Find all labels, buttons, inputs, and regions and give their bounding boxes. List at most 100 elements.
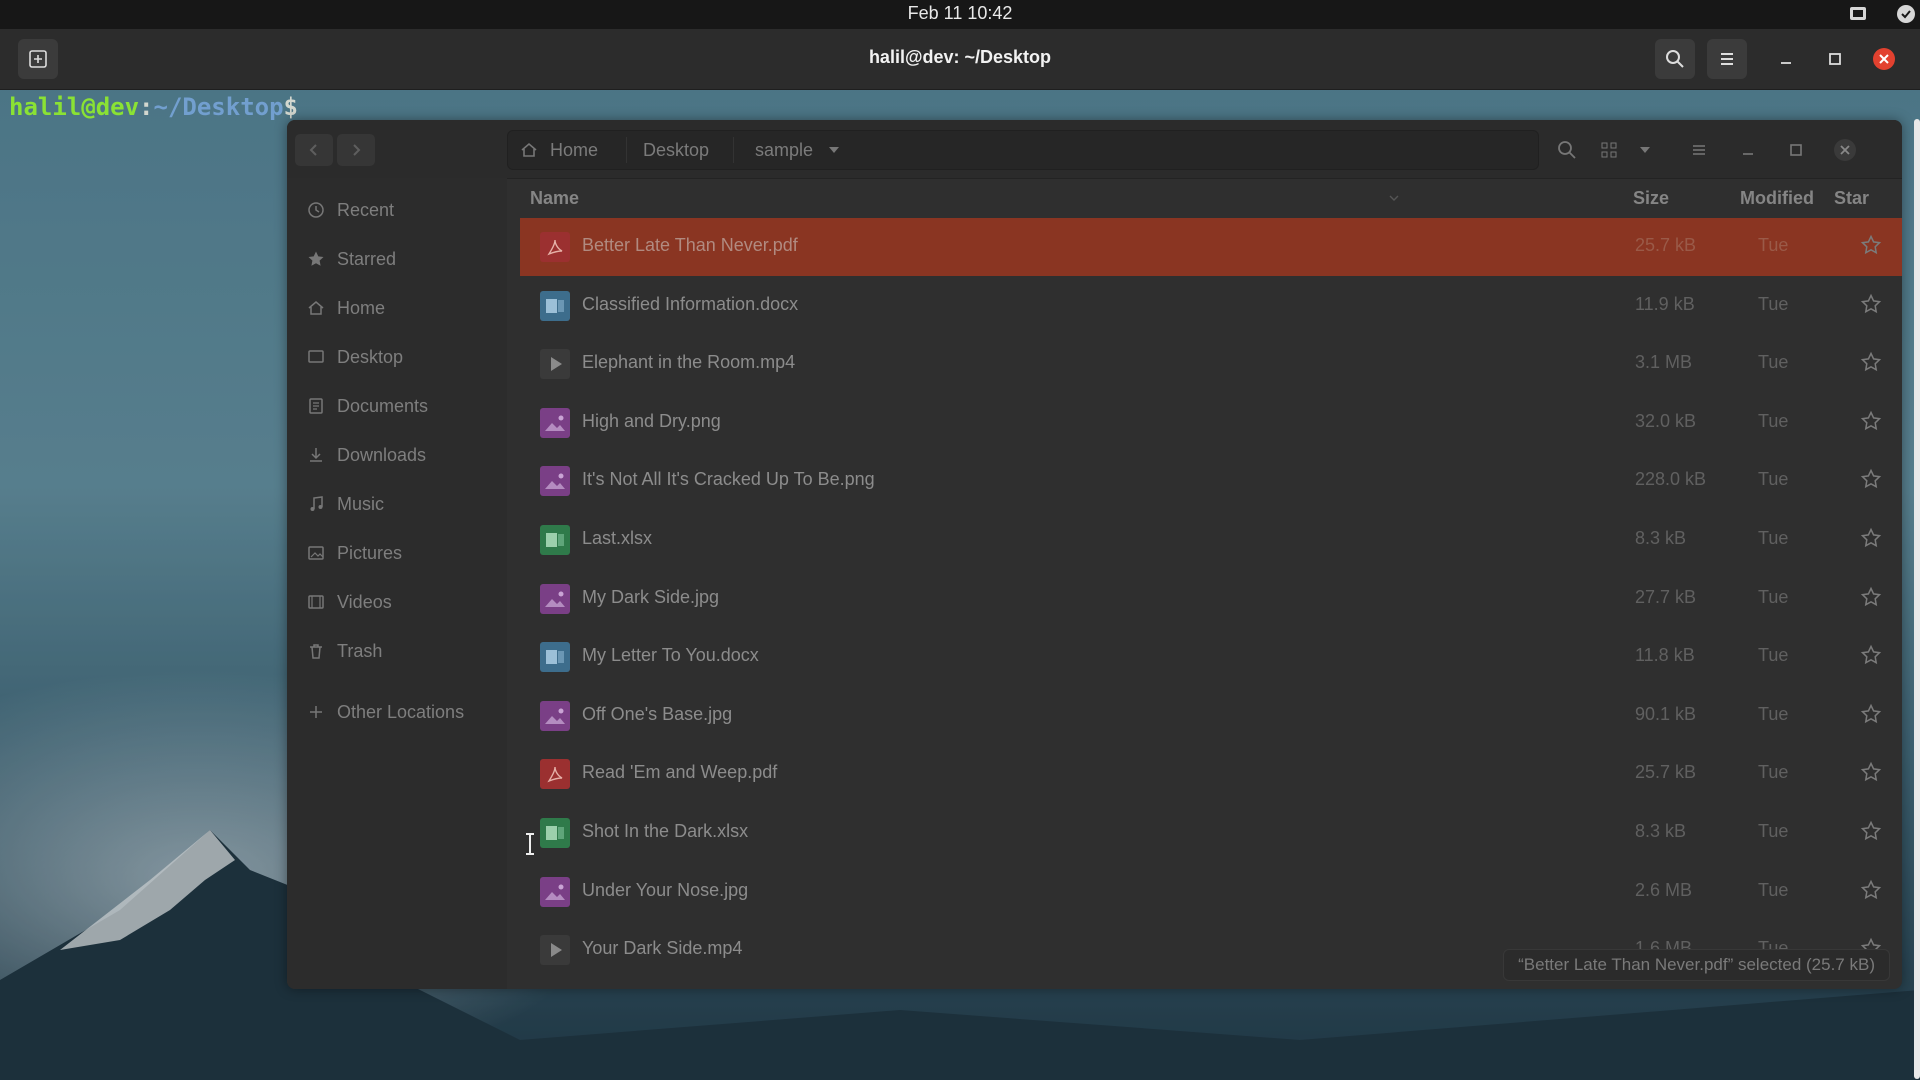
sidebar-item-other-locations[interactable]: Other Locations — [287, 690, 507, 734]
sidebar-item-recent[interactable]: Recent — [287, 188, 507, 232]
sidebar-item-home[interactable]: Home — [287, 286, 507, 330]
terminal-minimize-button[interactable] — [1766, 39, 1806, 79]
file-row[interactable]: High and Dry.png 32.0 kB Tue — [520, 394, 1902, 452]
star-icon[interactable] — [1860, 820, 1884, 844]
video-file-icon — [540, 935, 570, 966]
star-icon[interactable] — [1860, 527, 1884, 551]
sidebar-item-desktop[interactable]: Desktop — [287, 335, 507, 379]
docx-file-icon — [540, 290, 570, 321]
file-size: 32.0 kB — [1635, 410, 1697, 431]
terminal-menu-button[interactable] — [1707, 39, 1747, 79]
maximize-icon — [1790, 144, 1802, 156]
files-menu-button[interactable] — [1681, 132, 1717, 168]
sidebar-item-videos[interactable]: Videos — [287, 580, 507, 624]
breadcrumb-separator — [733, 137, 734, 163]
file-row[interactable]: It's Not All It's Cracked Up To Be.png 22… — [520, 452, 1902, 510]
file-row[interactable]: My Dark Side.jpg 27.7 kB Tue — [520, 570, 1902, 628]
star-icon[interactable] — [1860, 410, 1884, 434]
prompt-dollar: $ — [283, 93, 298, 121]
files-minimize-button[interactable] — [1730, 132, 1766, 168]
file-row[interactable]: Better Late Than Never.pdf 25.7 kB Tue — [520, 218, 1902, 276]
terminal-maximize-button[interactable] — [1815, 39, 1855, 79]
pdf-file-icon — [540, 232, 570, 262]
view-options-button[interactable] — [1627, 132, 1663, 168]
sidebar-item-music[interactable]: Music — [287, 482, 507, 526]
close-icon — [1873, 48, 1895, 70]
file-row[interactable]: Shot In the Dark.xlsx 8.3 kB Tue — [520, 804, 1902, 862]
sidebar-item-starred[interactable]: Starred — [287, 237, 507, 281]
star-icon[interactable] — [1860, 351, 1884, 375]
breadcrumb-desktop[interactable]: Desktop — [643, 131, 709, 169]
chevron-left-icon — [309, 144, 317, 156]
column-header-star[interactable]: Star — [1834, 178, 1869, 218]
star-icon[interactable] — [1860, 879, 1884, 903]
terminal-title: halil@dev: ~/Desktop — [868, 47, 1052, 67]
download-icon — [305, 444, 327, 466]
image-file-icon — [540, 876, 570, 907]
column-header-size[interactable]: Size — [1633, 178, 1669, 218]
star-icon[interactable] — [1860, 586, 1884, 610]
sidebar-item-label: Music — [337, 493, 385, 514]
file-modified: Tue — [1758, 821, 1789, 841]
star-icon[interactable] — [1860, 644, 1884, 668]
files-close-button[interactable] — [1827, 132, 1863, 168]
star-icon[interactable] — [1860, 761, 1884, 785]
sidebar-item-trash[interactable]: Trash — [287, 629, 507, 673]
file-modified: Tue — [1758, 586, 1789, 607]
system-menu-icon[interactable] — [1895, 3, 1917, 25]
star-icon[interactable] — [1860, 703, 1884, 727]
maximize-icon — [1829, 53, 1841, 65]
clock[interactable]: Feb 11 10:42 — [0, 3, 1920, 24]
file-name: Off One's Base.jpg — [582, 703, 733, 724]
screenshot-indicator-icon[interactable] — [1847, 3, 1869, 25]
files-headerbar: Home Desktop sample — [287, 120, 1902, 179]
star-icon[interactable] — [1860, 293, 1884, 317]
files-search-button[interactable] — [1549, 132, 1585, 168]
file-name: Shot In the Dark.xlsx — [582, 821, 749, 841]
breadcrumb-home-label: Home — [550, 139, 599, 160]
forward-button[interactable] — [337, 134, 375, 166]
prompt-path: ~/Desktop — [153, 93, 284, 121]
column-header-modified[interactable]: Modified — [1740, 178, 1814, 218]
file-row[interactable]: Under Your Nose.jpg 2.6 MB Tue — [520, 863, 1902, 921]
file-row[interactable]: Off One's Base.jpg 90.1 kB Tue — [520, 687, 1902, 745]
files-maximize-button[interactable] — [1778, 132, 1814, 168]
star-icon[interactable] — [1860, 234, 1884, 258]
sidebar-item-label: Trash — [337, 640, 383, 661]
sidebar-item-documents[interactable]: Documents — [287, 384, 507, 428]
back-button[interactable] — [295, 134, 333, 166]
hamburger-icon — [1721, 53, 1733, 65]
terminal-prompt[interactable]: halil@dev:~/Desktop$ — [9, 93, 298, 121]
breadcrumb-home[interactable]: Home — [520, 131, 598, 169]
file-modified: Tue — [1758, 879, 1789, 900]
sort-indicator[interactable] — [1388, 178, 1400, 218]
file-row[interactable]: Classified Information.docx 11.9 kB Tue — [520, 277, 1902, 335]
file-modified: Tue — [1758, 469, 1789, 490]
star-icon[interactable] — [1860, 468, 1884, 492]
file-row[interactable]: My Letter To You.docx 11.8 kB Tue — [520, 628, 1902, 686]
home-icon — [521, 142, 537, 157]
file-modified: Tue — [1758, 762, 1789, 783]
terminal-search-button[interactable] — [1655, 39, 1695, 79]
breadcrumb-sample[interactable]: sample — [755, 131, 841, 169]
column-header-name[interactable]: Name — [530, 178, 579, 218]
terminal-close-button[interactable] — [1864, 39, 1904, 79]
file-name: Under Your Nose.jpg — [582, 879, 749, 900]
path-bar: Home Desktop sample — [507, 130, 1539, 170]
file-name: It's Not All It's Cracked Up To Be.png — [582, 469, 875, 490]
sidebar-item-label: Videos — [337, 591, 392, 612]
file-row[interactable]: Elephant in the Room.mp4 3.1 MB Tue — [520, 335, 1902, 393]
image-file-icon — [540, 407, 570, 438]
prompt-separator: : — [139, 93, 154, 121]
file-size: 228.0 kB — [1635, 469, 1707, 490]
terminal-scrollbar[interactable] — [1914, 119, 1920, 1079]
file-row[interactable]: Read 'Em and Weep.pdf 25.7 kB Tue — [520, 745, 1902, 803]
minimize-icon — [1781, 62, 1791, 64]
file-row[interactable]: Last.xlsx 8.3 kB Tue — [520, 511, 1902, 569]
view-grid-button[interactable] — [1591, 132, 1627, 168]
file-name: Last.xlsx — [582, 528, 653, 548]
file-name: Read 'Em and Weep.pdf — [582, 762, 778, 783]
sidebar-item-label: Downloads — [337, 444, 427, 465]
sidebar-item-pictures[interactable]: Pictures — [287, 531, 507, 575]
sidebar-item-downloads[interactable]: Downloads — [287, 433, 507, 477]
